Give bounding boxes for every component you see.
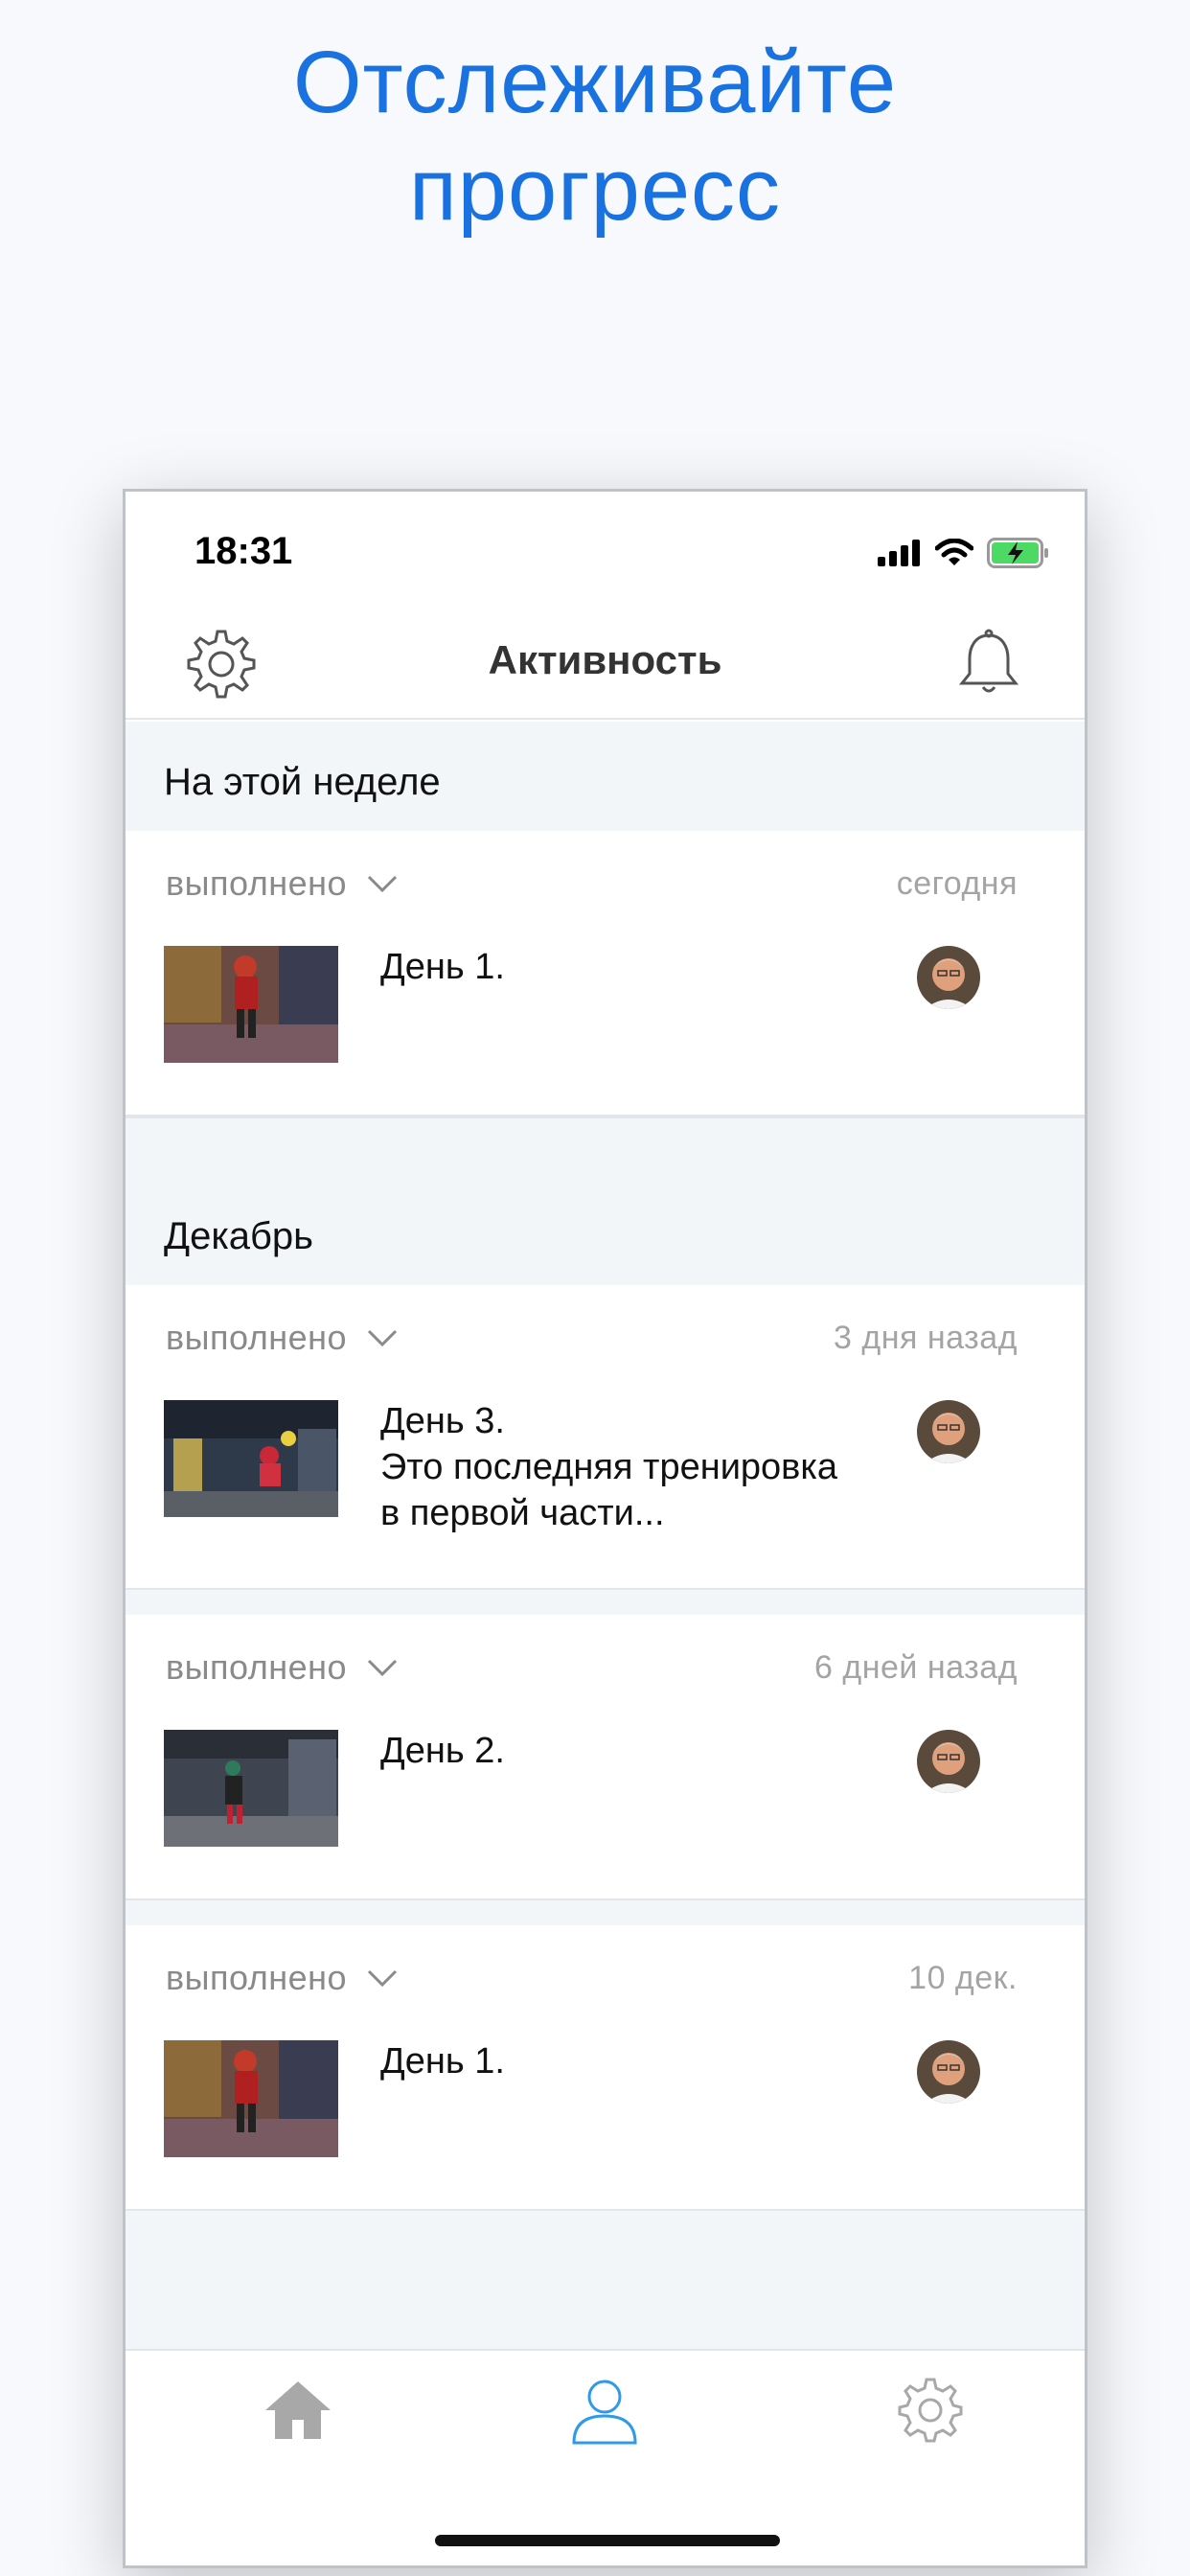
home-icon (265, 2381, 331, 2439)
section-title: Декабрь (164, 1215, 313, 1257)
status-time: 18:31 (195, 530, 293, 572)
activity-card[interactable]: выполнено сегодня День 1. (126, 831, 1085, 1115)
avatar[interactable] (917, 946, 980, 1009)
activity-card[interactable]: выполнено 3 дня назад День 3. Это послед… (126, 1285, 1085, 1588)
section-header: Декабрь (126, 1116, 1085, 1285)
page-title: Активность (488, 637, 722, 682)
section-header: На этой неделе (126, 722, 1085, 831)
promo-headline-line-1: Отслеживайте (292, 34, 898, 131)
battery-charging-icon (987, 538, 1048, 568)
status-bar: 18:31 (126, 492, 1085, 597)
card-text: День 1. (380, 944, 917, 990)
tab-home[interactable] (260, 2372, 336, 2449)
tab-profile[interactable] (566, 2372, 643, 2449)
card-text-line: День 3. (380, 1401, 505, 1441)
notifications-button[interactable] (954, 626, 1023, 702)
nav-bar: Активность (126, 597, 1085, 720)
section-title: На этой неделе (164, 761, 441, 803)
card-text-line: в первой части... (380, 1493, 665, 1533)
status-dropdown[interactable]: выполнено (166, 1958, 399, 1998)
status-label: выполнено (166, 1647, 348, 1687)
workout-thumbnail[interactable] (164, 946, 338, 1063)
gear-icon (898, 2378, 963, 2443)
workout-thumbnail[interactable] (164, 2040, 338, 2157)
card-text-line: Это последняя тренировка (380, 1447, 837, 1487)
date-label: 10 дек. (908, 1960, 1018, 1996)
wifi-icon (935, 539, 973, 565)
date-label: 6 дней назад (814, 1649, 1018, 1686)
chevron-down-icon (367, 1329, 398, 1347)
profile-icon (572, 2380, 637, 2445)
card-text-line: День 1. (380, 947, 505, 987)
card-text: День 2. (380, 1728, 917, 1774)
status-label: выполнено (166, 863, 348, 903)
workout-thumbnail[interactable] (164, 1730, 338, 1847)
tab-bar (126, 2349, 1085, 2565)
card-text: День 3. Это последняя тренировка в перво… (380, 1398, 917, 1536)
home-indicator[interactable] (435, 2535, 780, 2546)
divider (126, 1588, 1085, 1615)
divider (126, 1898, 1085, 1925)
avatar[interactable] (917, 1400, 980, 1463)
promo-headline-line-2: прогресс (408, 141, 782, 239)
phone-screen: 18:31 Активность На этой неделе выполнен… (123, 489, 1087, 2568)
chevron-down-icon (367, 1659, 398, 1677)
avatar[interactable] (917, 2040, 980, 2104)
avatar[interactable] (917, 1730, 980, 1793)
chevron-down-icon (367, 875, 398, 893)
activity-card[interactable]: выполнено 6 дней назад День 2. (126, 1615, 1085, 1898)
card-text: День 1. (380, 2038, 917, 2084)
status-dropdown[interactable]: выполнено (166, 1647, 399, 1688)
chevron-down-icon (367, 1969, 398, 1988)
card-text-line: День 2. (380, 1731, 505, 1771)
activity-feed[interactable]: На этой неделе выполнено сегодня День 1.… (126, 722, 1085, 2565)
signal-icon (878, 540, 920, 566)
status-label: выполнено (166, 1318, 348, 1357)
status-dropdown[interactable]: выполнено (166, 1318, 399, 1358)
tab-settings[interactable] (892, 2372, 969, 2449)
date-label: 3 дня назад (834, 1320, 1018, 1356)
status-icons (878, 534, 1050, 572)
status-dropdown[interactable]: выполнено (166, 863, 399, 904)
date-label: сегодня (896, 865, 1018, 902)
bell-icon (958, 629, 1019, 693)
activity-card[interactable]: выполнено 10 дек. День 1. (126, 1925, 1085, 2209)
status-label: выполнено (166, 1958, 348, 1997)
promo-headline: Отслеживайте прогресс (0, 29, 1190, 243)
card-text-line: День 1. (380, 2041, 505, 2082)
workout-thumbnail[interactable] (164, 1400, 338, 1517)
